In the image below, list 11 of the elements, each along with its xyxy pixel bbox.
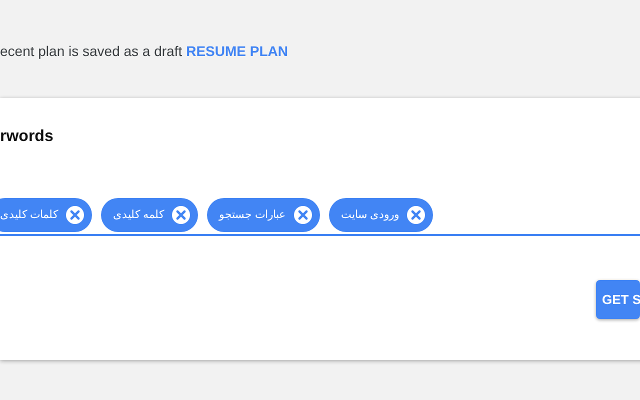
- remove-icon[interactable]: [172, 206, 190, 224]
- keyword-chip[interactable]: ورودی سایت: [329, 198, 434, 232]
- resume-plan-link[interactable]: RESUME PLAN: [186, 41, 288, 62]
- keyword-chip[interactable]: کلمه کلیدی: [101, 198, 198, 232]
- remove-icon[interactable]: [294, 206, 312, 224]
- keyword-chip[interactable]: عبارات جستجو: [207, 198, 320, 232]
- draft-notice: ecent plan is saved as a draft: [0, 42, 182, 61]
- remove-icon[interactable]: [66, 206, 84, 224]
- keyword-chip[interactable]: کلمات کلیدی: [0, 198, 92, 232]
- card-title: rwords: [0, 128, 54, 145]
- remove-icon[interactable]: [407, 206, 426, 224]
